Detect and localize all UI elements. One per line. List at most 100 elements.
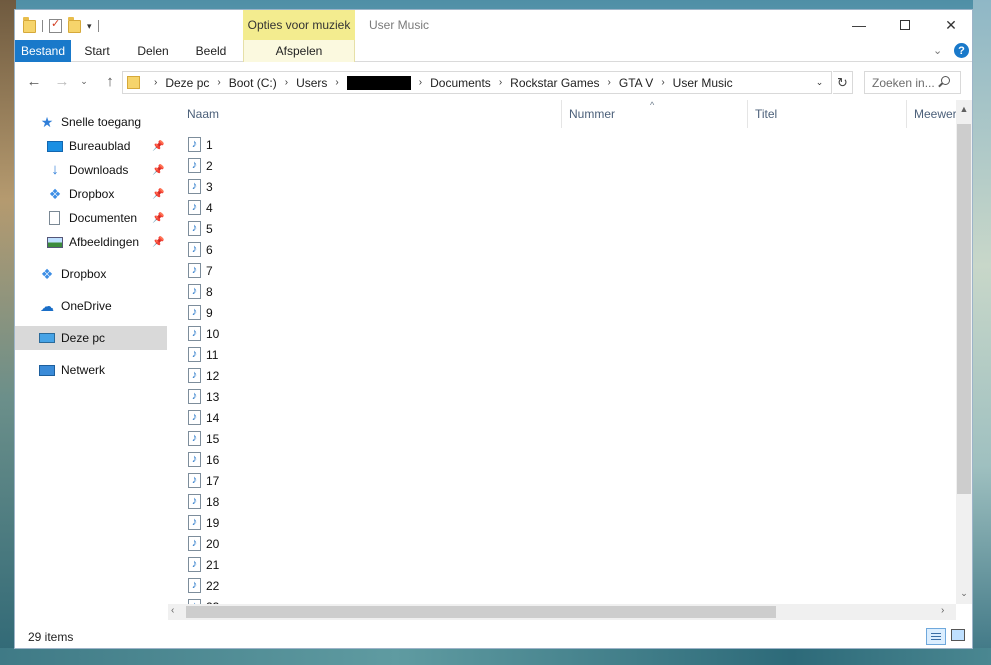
sidebar-item-this-pc[interactable]: Deze pc [15, 326, 167, 350]
tab-start[interactable]: Start [73, 40, 121, 62]
horizontal-scrollbar[interactable]: ‹ › [168, 604, 956, 620]
address-bar[interactable]: › Deze pc › Boot (C:) › Users › › Docume… [122, 71, 832, 94]
horizontal-scroll-thumb[interactable] [186, 606, 776, 618]
file-row[interactable]: ♪ 15 [188, 428, 948, 449]
tab-view[interactable]: Beeld [185, 40, 237, 62]
sidebar-item-desktop[interactable]: Bureaublad 📌 [15, 134, 167, 158]
help-icon[interactable]: ? [954, 43, 969, 58]
pictures-icon [47, 236, 63, 248]
forward-button[interactable]: → [51, 70, 73, 92]
file-row[interactable]: ♪ 13 [188, 386, 948, 407]
file-row[interactable]: ♪ 7 [188, 260, 948, 281]
breadcrumb-user-music[interactable]: User Music [673, 76, 733, 90]
details-view-button[interactable] [926, 628, 946, 645]
minimize-button[interactable]: — [836, 10, 882, 40]
sidebar-item-label: Snelle toegang [61, 115, 142, 129]
file-row[interactable]: ♪ 16 [188, 449, 948, 470]
file-name: 12 [206, 368, 220, 383]
breadcrumb-separator[interactable]: › [335, 77, 338, 88]
file-row[interactable]: ♪ 21 [188, 554, 948, 575]
sidebar-item-downloads[interactable]: ↓ Downloads 📌 [15, 158, 167, 182]
sidebar-item-label: Downloads [69, 163, 129, 177]
music-file-icon: ♪ [188, 326, 201, 341]
file-row[interactable]: ♪ 2 [188, 155, 948, 176]
file-row[interactable]: ♪ 12 [188, 365, 948, 386]
scroll-down-arrow-icon[interactable]: ⌄ [956, 588, 972, 602]
file-row[interactable]: ♪ 22 [188, 575, 948, 596]
file-row[interactable]: ♪ 17 [188, 470, 948, 491]
sidebar-item-documents[interactable]: Documenten 📌 [15, 206, 167, 230]
dropbox-icon: ❖ [48, 186, 62, 202]
breadcrumb-gta-v[interactable]: GTA V [619, 76, 653, 90]
sidebar-item-dropbox-pinned[interactable]: ❖ Dropbox 📌 [15, 182, 167, 206]
sidebar-item-dropbox[interactable]: ❖ Dropbox [15, 262, 167, 286]
file-row[interactable]: ♪ 18 [188, 491, 948, 512]
maximize-button[interactable] [882, 10, 928, 40]
file-row[interactable]: ♪ 10 [188, 323, 948, 344]
file-row[interactable]: ♪ 20 [188, 533, 948, 554]
file-row[interactable]: ♪ 6 [188, 239, 948, 260]
file-name: 14 [206, 410, 220, 425]
breadcrumb-this-pc[interactable]: Deze pc [165, 76, 209, 90]
up-button[interactable]: ↑ [99, 70, 121, 92]
file-row[interactable]: ♪ 14 [188, 407, 948, 428]
sidebar-item-pictures[interactable]: Afbeeldingen 📌 [15, 230, 167, 254]
file-row[interactable]: ♪ 19 [188, 512, 948, 533]
tab-play[interactable]: Afspelen [243, 40, 355, 62]
breadcrumb-separator[interactable]: › [608, 77, 611, 88]
file-row[interactable]: ♪ 11 [188, 344, 948, 365]
scroll-left-arrow-icon[interactable]: ‹ [171, 605, 174, 616]
file-explorer-window: ▾ Opties voor muziek User Music — ✕ Best… [14, 9, 973, 649]
file-row[interactable]: ♪ 5 [188, 218, 948, 239]
breadcrumb-documents[interactable]: Documents [430, 76, 491, 90]
sidebar-item-onedrive[interactable]: ☁ OneDrive [15, 294, 167, 318]
file-row[interactable]: ♪ 1 [188, 134, 948, 155]
recent-locations-dropdown[interactable]: ⌄ [77, 70, 91, 92]
refresh-button[interactable]: ↻ [833, 71, 853, 94]
address-history-dropdown[interactable]: ⌄ [811, 71, 828, 94]
music-file-icon: ♪ [188, 221, 201, 236]
scroll-right-arrow-icon[interactable]: › [941, 605, 944, 616]
back-button[interactable]: ← [23, 70, 45, 92]
document-icon [49, 211, 60, 225]
breadcrumb-separator[interactable]: › [661, 77, 664, 88]
pin-icon[interactable]: 📌 [152, 165, 164, 176]
vertical-scroll-thumb[interactable] [957, 124, 971, 494]
large-icons-view-button[interactable] [951, 629, 965, 641]
expand-ribbon-chevron-icon[interactable]: ⌄ [933, 44, 942, 57]
sidebar-item-network[interactable]: Netwerk [15, 358, 167, 382]
column-header-name[interactable]: Naam [180, 100, 562, 128]
pin-icon[interactable]: 📌 [152, 237, 164, 248]
customize-toolbar-dropdown-icon[interactable]: ▾ [87, 21, 92, 32]
tab-file[interactable]: Bestand [15, 40, 71, 62]
sidebar-item-label: Afbeeldingen [69, 235, 140, 249]
pin-icon[interactable]: 📌 [152, 189, 164, 200]
vertical-scrollbar[interactable]: ▲ ⌄ [956, 100, 972, 604]
pin-icon[interactable]: 📌 [152, 213, 164, 224]
breadcrumb-users[interactable]: Users [296, 76, 327, 90]
column-header-title[interactable]: Titel [748, 100, 907, 128]
properties-icon[interactable] [49, 17, 62, 33]
breadcrumb-rockstar-games[interactable]: Rockstar Games [510, 76, 599, 90]
breadcrumb-separator[interactable]: › [154, 77, 157, 88]
sidebar-item-label: Deze pc [61, 331, 106, 345]
sidebar-item-quick-access[interactable]: ★ Snelle toegang [15, 110, 167, 134]
column-header-contributing-artists[interactable]: Meewerkende artiesten [907, 100, 956, 128]
close-button[interactable]: ✕ [928, 10, 974, 40]
search-icon[interactable] [941, 76, 950, 85]
scroll-up-arrow-icon[interactable]: ▲ [956, 104, 972, 116]
breadcrumb-separator[interactable]: › [285, 77, 288, 88]
new-folder-icon[interactable] [68, 16, 81, 33]
breadcrumb-separator[interactable]: › [499, 77, 502, 88]
column-header-number[interactable]: Nummer [562, 100, 748, 128]
file-row[interactable]: ♪ 3 [188, 176, 948, 197]
breadcrumb-separator[interactable]: › [419, 77, 422, 88]
file-row[interactable]: ♪ 4 [188, 197, 948, 218]
file-row[interactable]: ♪ 8 [188, 281, 948, 302]
pin-icon[interactable]: 📌 [152, 141, 164, 152]
breadcrumb-boot-drive[interactable]: Boot (C:) [229, 76, 277, 90]
breadcrumb-separator[interactable]: › [217, 77, 220, 88]
tab-share[interactable]: Delen [127, 40, 179, 62]
breadcrumb-redacted-username[interactable] [346, 75, 411, 90]
file-row[interactable]: ♪ 9 [188, 302, 948, 323]
